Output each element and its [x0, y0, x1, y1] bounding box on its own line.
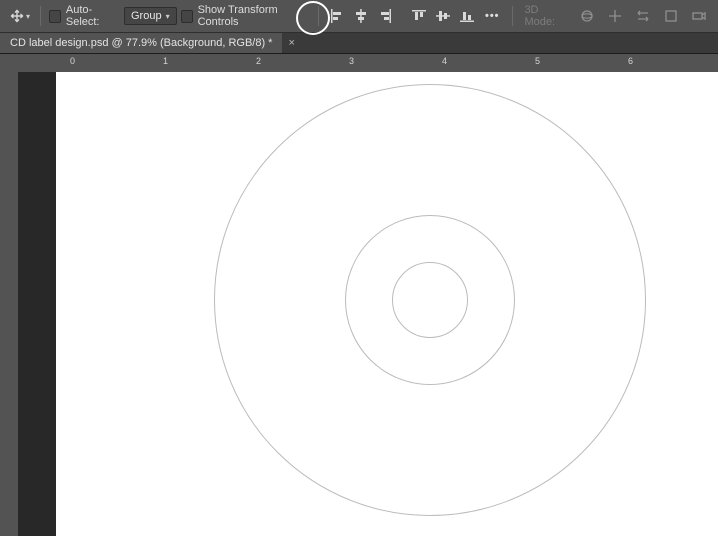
ruler-tick: 1 — [163, 56, 168, 66]
vertical-ruler[interactable] — [0, 72, 19, 536]
align-horizontal-centers[interactable] — [351, 5, 371, 27]
scale-icon — [663, 8, 679, 24]
chevron-down-icon: ▾ — [166, 12, 170, 21]
dropdown-value: Group — [131, 10, 162, 22]
auto-select-label: Auto-Select: — [66, 4, 120, 28]
ruler-tick: 4 — [442, 56, 447, 66]
3d-tools-group — [576, 5, 710, 27]
document-tab-title: CD label design.psd @ 77.9% (Background,… — [10, 37, 272, 49]
align-left-edges[interactable] — [327, 5, 347, 27]
align-top-edges[interactable] — [409, 5, 429, 27]
pan-icon — [607, 8, 623, 24]
ruler-tick: 0 — [70, 56, 75, 66]
ruler-tick: 5 — [535, 56, 540, 66]
align-right-icon — [377, 8, 393, 24]
show-transform-controls-checkbox[interactable]: Show Transform Controls — [181, 4, 311, 28]
chevron-down-icon: ▾ — [26, 12, 30, 21]
ruler-tick: 3 — [349, 56, 354, 66]
align-hcenter-icon — [353, 8, 369, 24]
document-canvas[interactable] — [56, 72, 718, 536]
slide-icon — [635, 8, 651, 24]
mode-3d-label: 3D Mode: — [520, 4, 572, 28]
options-bar: ▾ Auto-Select: Group ▾ Show Transform Co… — [0, 0, 718, 33]
cd-inner-circle[interactable] — [392, 262, 468, 338]
horizontal-ruler[interactable]: 0 1 2 3 4 5 6 — [18, 54, 718, 73]
orbit-icon — [579, 8, 595, 24]
checkbox-icon — [181, 10, 193, 23]
ruler-tick: 2 — [256, 56, 261, 66]
close-tab-button[interactable]: × — [282, 37, 300, 49]
move-tool-indicator[interactable]: ▾ — [8, 9, 32, 23]
align-vertical-centers[interactable] — [433, 5, 453, 27]
show-transform-label: Show Transform Controls — [198, 4, 311, 28]
align-vcenter-icon — [435, 8, 451, 24]
auto-select-target-dropdown[interactable]: Group ▾ — [124, 7, 177, 25]
separator — [318, 6, 319, 26]
canvas-pane[interactable] — [18, 72, 718, 536]
3d-camera[interactable] — [688, 5, 710, 27]
ruler-origin[interactable] — [0, 54, 19, 73]
3d-pan[interactable] — [604, 5, 626, 27]
align-top-icon — [411, 8, 427, 24]
checkbox-icon — [49, 10, 61, 23]
align-left-icon — [329, 8, 345, 24]
workspace: 0 1 2 3 4 5 6 — [0, 54, 718, 536]
camera-icon — [691, 8, 707, 24]
document-tab[interactable]: CD label design.psd @ 77.9% (Background,… — [0, 33, 282, 53]
pasteboard — [18, 72, 56, 536]
separator — [40, 6, 41, 26]
more-options[interactable]: ••• — [481, 10, 504, 22]
3d-orbit[interactable] — [576, 5, 598, 27]
separator — [512, 6, 513, 26]
align-bottom-edges[interactable] — [457, 5, 477, 27]
align-right-edges[interactable] — [375, 5, 395, 27]
auto-select-checkbox[interactable]: Auto-Select: — [49, 4, 120, 28]
move-icon — [10, 9, 24, 23]
ruler-tick: 6 — [628, 56, 633, 66]
3d-scale[interactable] — [660, 5, 682, 27]
3d-slide[interactable] — [632, 5, 654, 27]
align-bottom-icon — [459, 8, 475, 24]
document-tabs: CD label design.psd @ 77.9% (Background,… — [0, 33, 718, 54]
